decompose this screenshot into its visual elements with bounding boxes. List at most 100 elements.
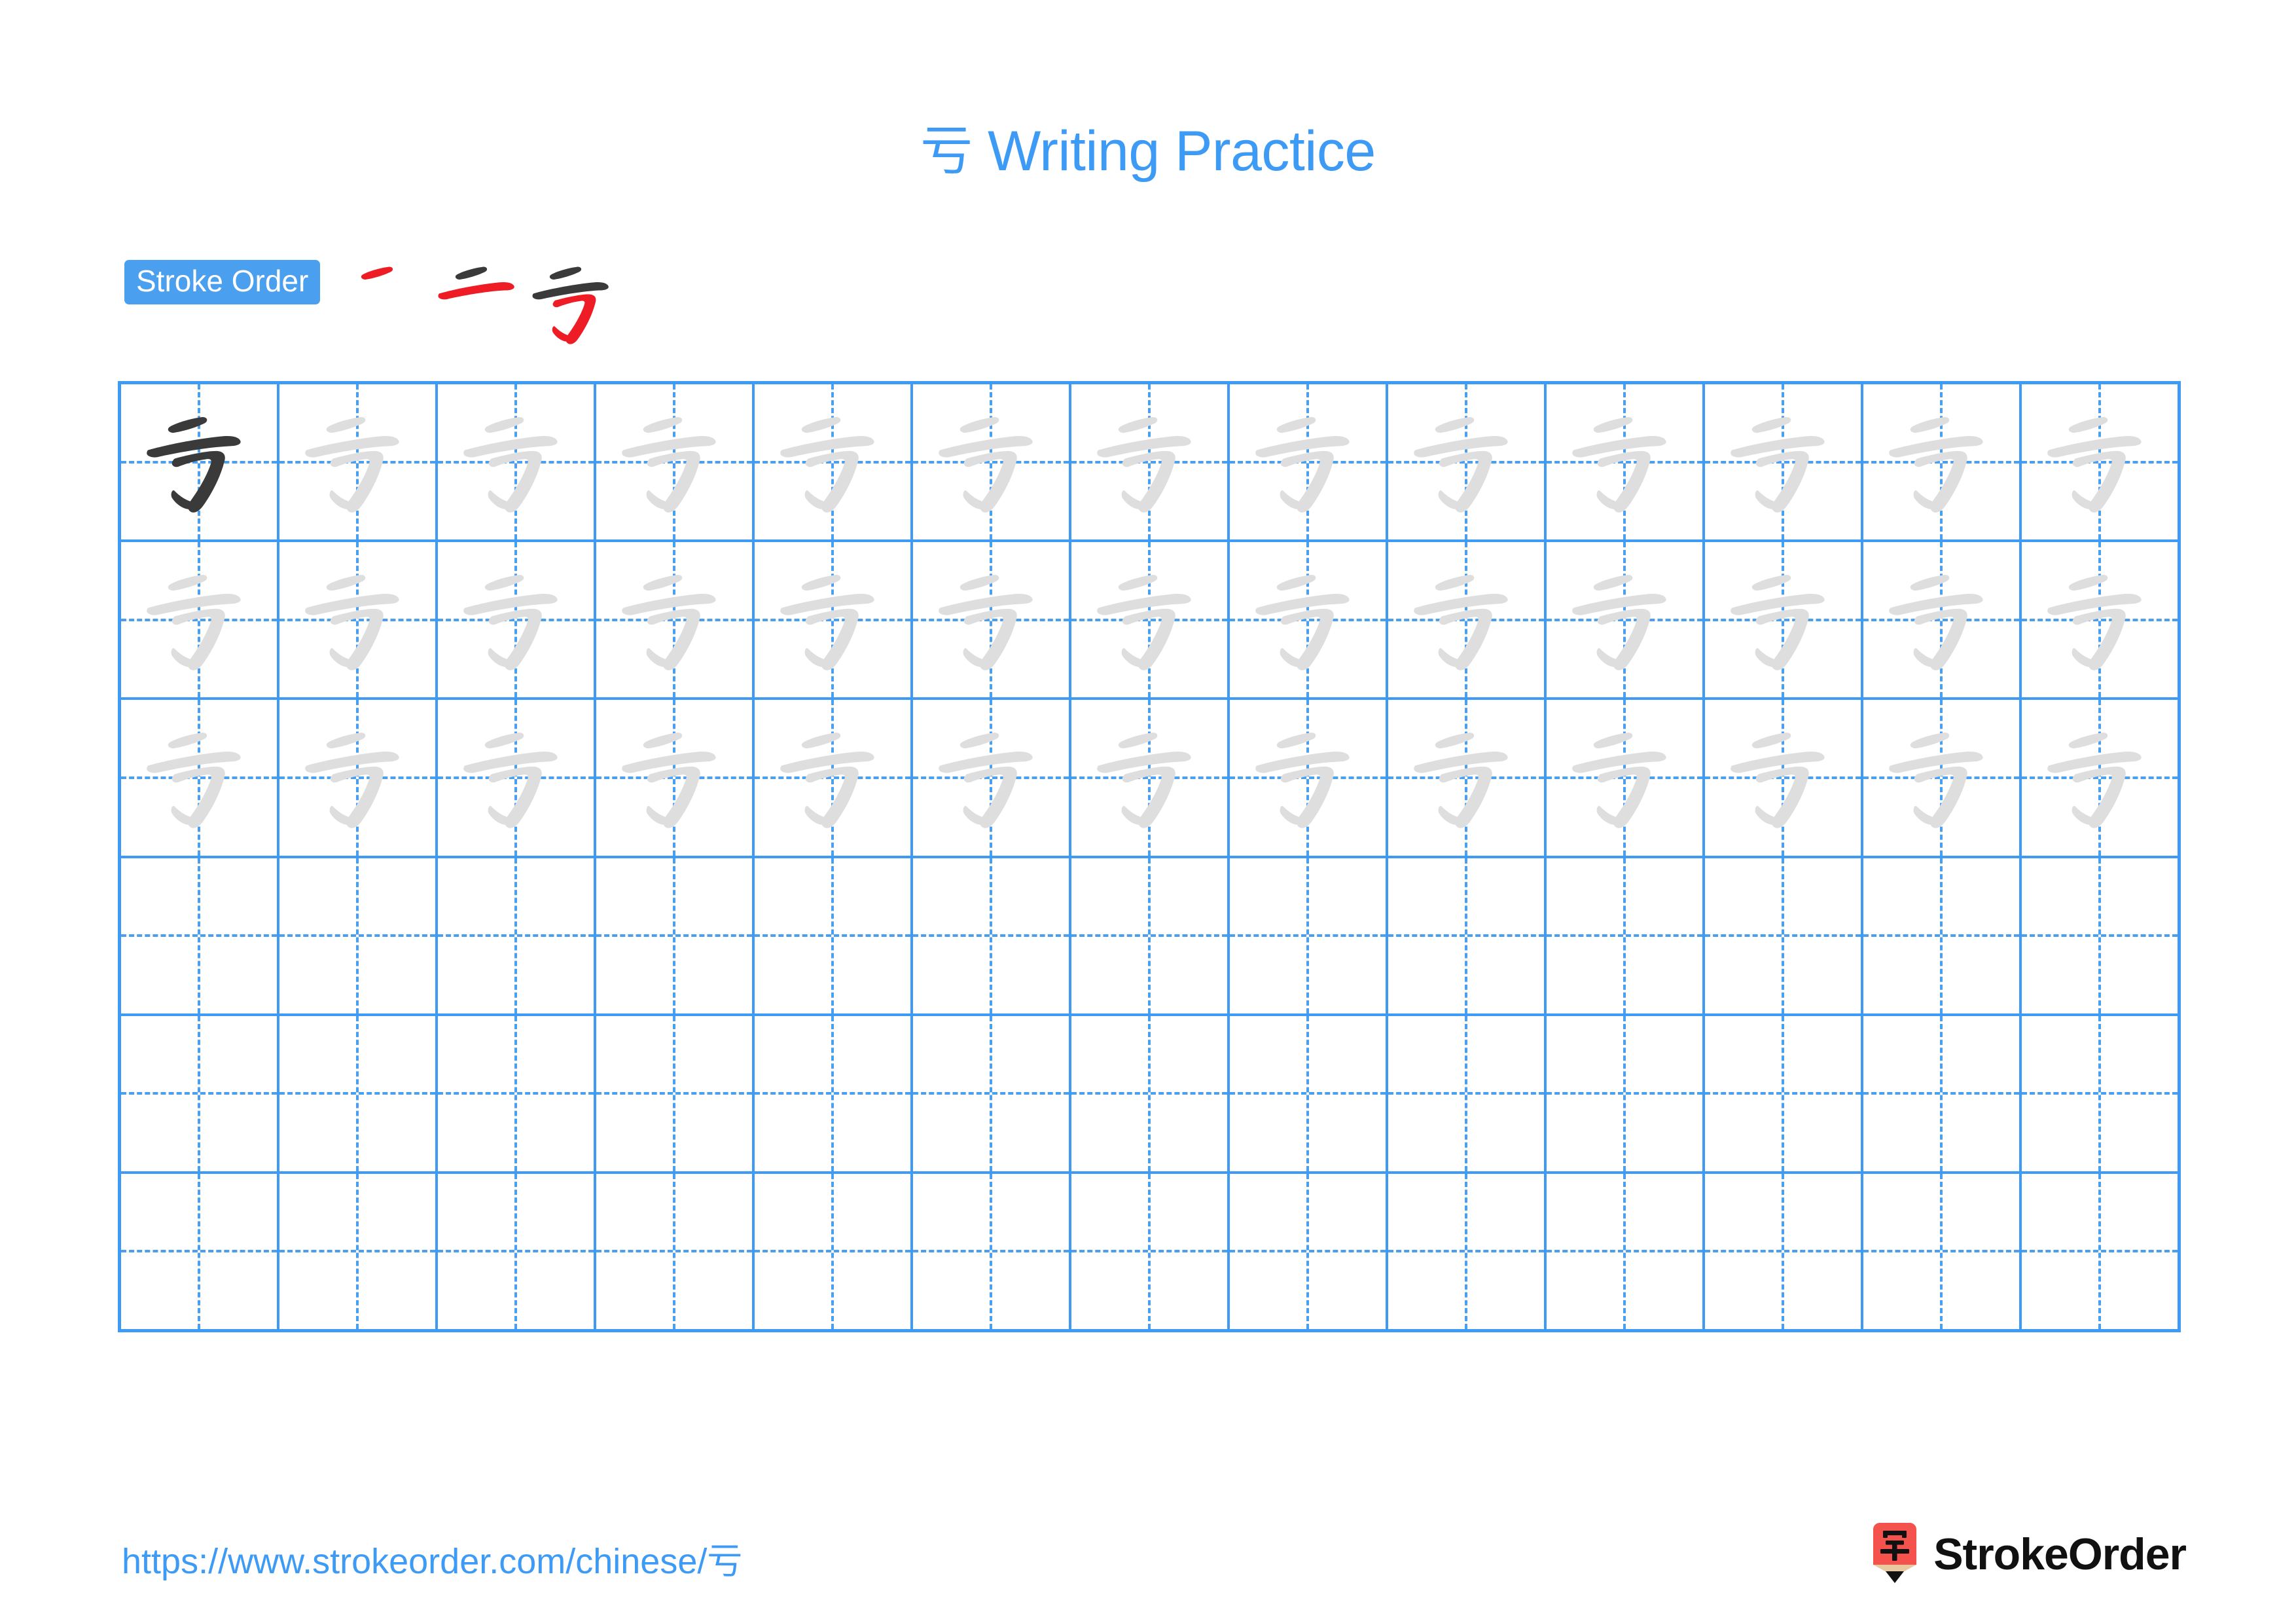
trace-character	[121, 700, 277, 855]
practice-grid-cell[interactable]	[121, 384, 279, 540]
practice-grid-cell[interactable]	[913, 384, 1071, 540]
practice-grid-cell[interactable]	[1230, 1173, 1388, 1330]
practice-grid-cell[interactable]	[913, 858, 1071, 1013]
cell-guide-vertical	[1306, 1173, 1309, 1330]
practice-grid-cell[interactable]	[121, 1173, 279, 1330]
practice-grid-cell[interactable]	[1388, 858, 1547, 1013]
practice-grid-cell[interactable]	[596, 1173, 755, 1330]
cell-guide-vertical	[673, 858, 675, 1013]
practice-grid-cell[interactable]	[1388, 1015, 1547, 1171]
footer-url[interactable]: https://www.strokeorder.com/chinese/亏	[122, 1532, 742, 1584]
practice-grid-cell[interactable]	[121, 542, 279, 698]
practice-grid-cell[interactable]	[2022, 1015, 2178, 1171]
practice-grid-cell[interactable]	[1071, 384, 1230, 540]
trace-character	[913, 700, 1069, 855]
practice-grid-cell[interactable]	[438, 1015, 596, 1171]
practice-grid-cell[interactable]	[1230, 542, 1388, 698]
practice-grid-cell[interactable]	[1071, 858, 1230, 1013]
practice-grid-cell[interactable]	[596, 384, 755, 540]
practice-grid-cell[interactable]	[2022, 700, 2178, 856]
practice-grid-cell[interactable]	[279, 542, 438, 698]
practice-grid-cell[interactable]	[1071, 700, 1230, 856]
practice-grid-cell[interactable]	[1230, 700, 1388, 856]
footer-url-character: 亏	[707, 1541, 743, 1582]
practice-grid-cell[interactable]	[1547, 1173, 1705, 1330]
trace-character	[596, 542, 752, 697]
practice-grid-cell[interactable]	[1547, 1015, 1705, 1171]
practice-grid-cell[interactable]	[438, 700, 596, 856]
practice-grid-cell[interactable]	[1705, 1173, 1863, 1330]
practice-grid-cell[interactable]	[1705, 700, 1863, 856]
practice-grid-cell[interactable]	[913, 542, 1071, 698]
practice-grid-cell[interactable]	[121, 858, 279, 1013]
practice-grid-cell[interactable]	[755, 858, 913, 1013]
practice-grid-cell[interactable]	[1071, 1015, 1230, 1171]
practice-grid-cell[interactable]	[1863, 542, 2022, 698]
practice-grid-cell[interactable]	[1705, 858, 1863, 1013]
practice-grid-cell[interactable]	[913, 700, 1071, 856]
stroke-order-badge: Stroke Order	[124, 260, 321, 304]
practice-grid-cell[interactable]	[1705, 542, 1863, 698]
cell-guide-horizontal	[755, 1092, 910, 1095]
practice-grid-cell[interactable]	[1547, 700, 1705, 856]
practice-grid-cell[interactable]	[755, 542, 913, 698]
practice-grid-cell[interactable]	[1863, 858, 2022, 1013]
practice-grid-cell[interactable]	[279, 1173, 438, 1330]
practice-grid-cell[interactable]	[121, 1015, 279, 1171]
practice-grid-cell[interactable]	[1388, 542, 1547, 698]
practice-grid-cell[interactable]	[438, 1173, 596, 1330]
cell-guide-vertical	[514, 1173, 517, 1330]
practice-grid-cell[interactable]	[755, 700, 913, 856]
practice-grid-cell[interactable]	[1547, 542, 1705, 698]
practice-grid-cell[interactable]	[1071, 542, 1230, 698]
practice-grid-cell[interactable]	[2022, 1173, 2178, 1330]
cell-guide-vertical	[1306, 1015, 1309, 1171]
practice-grid-cell[interactable]	[1230, 858, 1388, 1013]
stroke-step-3-diagram	[532, 266, 609, 344]
practice-grid-cell[interactable]	[1863, 1173, 2022, 1330]
practice-grid-cell[interactable]	[1388, 700, 1547, 856]
practice-grid-cell[interactable]	[596, 1015, 755, 1171]
practice-grid-cell[interactable]	[755, 1015, 913, 1171]
practice-grid-cell[interactable]	[1863, 384, 2022, 540]
brand-logo[interactable]: StrokeOrder	[1871, 1518, 2187, 1591]
practice-grid-cell[interactable]	[596, 858, 755, 1013]
practice-grid-cell[interactable]	[1863, 700, 2022, 856]
cell-guide-horizontal	[1071, 934, 1227, 938]
practice-grid-cell[interactable]	[755, 1173, 913, 1330]
practice-grid-cell[interactable]	[121, 700, 279, 856]
practice-grid-cell[interactable]	[279, 1015, 438, 1171]
practice-grid-cell[interactable]	[755, 384, 913, 540]
practice-grid-cell[interactable]	[1547, 858, 1705, 1013]
practice-grid-cell[interactable]	[1547, 384, 1705, 540]
practice-grid-cell[interactable]	[596, 700, 755, 856]
practice-grid-cell[interactable]	[279, 700, 438, 856]
cell-guide-vertical	[831, 1173, 834, 1330]
practice-grid-cell[interactable]	[913, 1015, 1071, 1171]
practice-grid-cell[interactable]	[438, 542, 596, 698]
trace-character	[913, 384, 1069, 539]
practice-grid-cell[interactable]	[1388, 1173, 1547, 1330]
practice-grid-cell[interactable]	[1705, 1015, 1863, 1171]
cell-guide-horizontal	[1388, 1092, 1544, 1095]
practice-grid-cell[interactable]	[279, 384, 438, 540]
practice-grid-cell[interactable]	[1071, 1173, 1230, 1330]
practice-grid-cell[interactable]	[2022, 384, 2178, 540]
cell-guide-horizontal	[121, 1092, 277, 1095]
cell-guide-horizontal	[279, 1092, 435, 1095]
practice-grid-cell[interactable]	[2022, 858, 2178, 1013]
practice-grid-cell[interactable]	[913, 1173, 1071, 1330]
cell-guide-horizontal	[438, 1092, 594, 1095]
practice-grid-cell[interactable]	[1388, 384, 1547, 540]
practice-grid-cell[interactable]	[1863, 1015, 2022, 1171]
practice-grid-cell[interactable]	[2022, 542, 2178, 698]
practice-grid-cell[interactable]	[1705, 384, 1863, 540]
practice-grid-cell[interactable]	[438, 858, 596, 1013]
practice-grid-cell[interactable]	[1230, 384, 1388, 540]
practice-grid-cell[interactable]	[1230, 1015, 1388, 1171]
practice-grid-cell[interactable]	[279, 858, 438, 1013]
practice-grid-cell[interactable]	[596, 542, 755, 698]
cell-guide-horizontal	[279, 934, 435, 938]
cell-guide-vertical	[831, 1015, 834, 1171]
practice-grid-cell[interactable]	[438, 384, 596, 540]
